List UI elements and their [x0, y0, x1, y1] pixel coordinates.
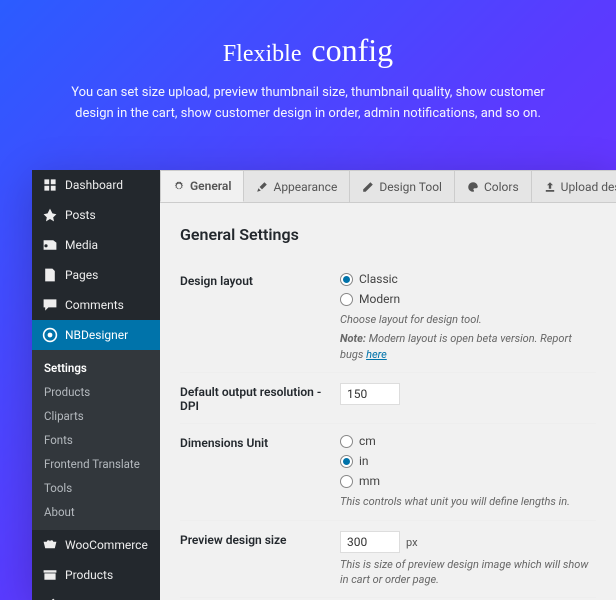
sidebar-item-label: NBDesigner — [65, 328, 128, 342]
tab-label: Design Tool — [379, 180, 442, 194]
sidebar-sub-fonts[interactable]: Fonts — [32, 428, 160, 452]
preview-design-input[interactable] — [340, 531, 400, 553]
help-text: Choose layout for design tool. — [340, 312, 596, 327]
gear-icon — [173, 180, 185, 192]
sidebar-sub-frontend-translate[interactable]: Frontend Translate — [32, 452, 160, 476]
sidebar-sub-about[interactable]: About — [32, 500, 160, 524]
radio-classic[interactable]: Classic — [340, 272, 596, 286]
hero-banner: Flexible config You can set size upload,… — [0, 0, 616, 149]
sidebar-item-appearance[interactable]: Appearance — [32, 590, 160, 600]
sidebar-item-label: Pages — [65, 268, 98, 282]
unit-label: px — [406, 536, 418, 549]
sidebar-item-comments[interactable]: Comments — [32, 290, 160, 320]
sidebar-item-dashboard[interactable]: Dashboard — [32, 170, 160, 200]
radio-icon — [340, 455, 353, 468]
dpi-input[interactable] — [340, 383, 400, 405]
sidebar-item-label: Posts — [65, 208, 96, 222]
settings-content: General Settings Design layout Classic M… — [160, 203, 616, 600]
help-text: This is size of preview design image whi… — [340, 557, 596, 588]
sidebar-item-label: Media — [65, 238, 98, 252]
pencil-icon — [362, 181, 374, 193]
sidebar-sub-settings[interactable]: Settings — [32, 356, 160, 380]
field-dimensions-unit: Dimensions Unit cm in mm This controls w… — [180, 423, 596, 519]
label-design-layout: Design layout — [180, 272, 340, 362]
radio-icon — [340, 273, 353, 286]
admin-sidebar: Dashboard Posts Media Pages Comments NBDesign… — [32, 170, 160, 600]
target-icon — [42, 327, 58, 343]
radio-in[interactable]: in — [340, 454, 596, 468]
pages-icon — [42, 267, 58, 283]
field-design-layout: Design layout Classic Modern Choose layo… — [180, 262, 596, 372]
tab-appearance[interactable]: Appearance — [243, 170, 350, 202]
radio-icon — [340, 435, 353, 448]
woo-icon — [42, 537, 58, 553]
tab-label: Colors — [484, 180, 519, 194]
help-text: Note: Modern layout is open beta version… — [340, 331, 596, 362]
sidebar-sub-products[interactable]: Products — [32, 380, 160, 404]
sidebar-submenu: SettingsProductsClipartsFontsFrontend Tr… — [32, 350, 160, 530]
radio-mm[interactable]: mm — [340, 474, 596, 488]
help-text: This controls what unit you will define … — [340, 494, 596, 509]
sidebar-item-media[interactable]: Media — [32, 230, 160, 260]
label-unit: Dimensions Unit — [180, 434, 340, 509]
media-icon — [42, 237, 58, 253]
sidebar-item-label: Comments — [65, 298, 124, 312]
hero-description: You can set size upload, preview thumbna… — [60, 83, 556, 125]
hero-title: Flexible config — [60, 32, 556, 69]
sidebar-item-nbdesigner[interactable]: NBDesigner — [32, 320, 160, 350]
tab-colors[interactable]: Colors — [454, 170, 532, 202]
label-dpi: Default output resolution - DPI — [180, 383, 340, 413]
archive-icon — [42, 567, 58, 583]
field-dpi: Default output resolution - DPI — [180, 372, 596, 423]
sidebar-sub-cliparts[interactable]: Cliparts — [32, 404, 160, 428]
tab-label: General — [190, 179, 231, 193]
admin-panel: Dashboard Posts Media Pages Comments NBDesign… — [32, 170, 616, 600]
report-bugs-link[interactable]: here — [366, 348, 387, 361]
tab-upload-design[interactable]: Upload design — [531, 170, 616, 202]
radio-modern[interactable]: Modern — [340, 292, 596, 306]
sidebar-item-label: WooCommerce — [65, 538, 148, 552]
section-heading: General Settings — [180, 225, 596, 244]
sidebar-item-label: Products — [65, 568, 113, 582]
pin-icon — [42, 207, 58, 223]
radio-icon — [340, 293, 353, 306]
sidebar-item-products[interactable]: Products — [32, 560, 160, 590]
label-preview-design: Preview design size — [180, 531, 340, 588]
comments-icon — [42, 297, 58, 313]
hero-word1: Flexible — [223, 41, 302, 67]
upload-icon — [544, 181, 556, 193]
brush-icon — [256, 181, 268, 193]
tab-label: Appearance — [273, 180, 337, 194]
sidebar-item-label: Dashboard — [65, 178, 123, 192]
tab-design-tool[interactable]: Design Tool — [349, 170, 455, 202]
tab-label: Upload design — [561, 180, 616, 194]
sidebar-item-woocommerce[interactable]: WooCommerce — [32, 530, 160, 560]
dashboard-icon — [42, 177, 58, 193]
radio-icon — [340, 475, 353, 488]
sidebar-item-posts[interactable]: Posts — [32, 200, 160, 230]
tab-general[interactable]: General — [160, 170, 244, 202]
main-content: General Appearance Design Tool Colors Upload… — [160, 170, 616, 600]
sidebar-sub-tools[interactable]: Tools — [32, 476, 160, 500]
palette-icon — [467, 181, 479, 193]
field-preview-design: Preview design size px This is size of p… — [180, 520, 596, 598]
settings-tabs: General Appearance Design Tool Colors Upload… — [160, 170, 616, 203]
radio-cm[interactable]: cm — [340, 434, 596, 448]
hero-word2: config — [311, 32, 393, 68]
sidebar-item-pages[interactable]: Pages — [32, 260, 160, 290]
